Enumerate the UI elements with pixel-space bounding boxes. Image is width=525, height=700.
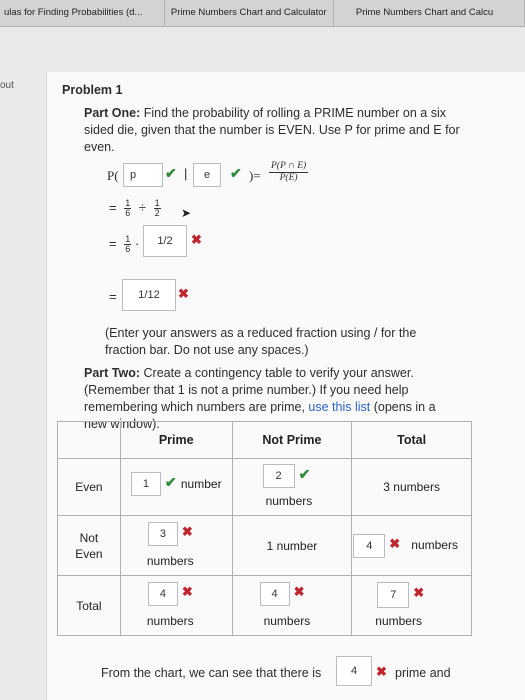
cursor-icon: ➤ [181,206,192,220]
multiply-dot: · [134,235,140,251]
page-area: out Problem 1 Part One: Find the probabi… [0,27,525,700]
close-equals-label: )= [249,168,261,183]
given-bar: | [184,166,188,181]
x-icon: ✖ [181,524,193,539]
footer-count-input[interactable]: 4 [336,656,372,686]
check-icon: ✔ [230,165,242,181]
fraction-1-6: 16 [124,234,132,254]
even-prime-unit: number [180,477,222,491]
noteven-prime-unit: numbers [146,554,194,568]
noteven-notprime-text: 1 number [266,538,318,553]
noteven-total-input[interactable]: 4 [353,534,386,558]
footer-text-post: prime and [395,666,451,680]
table-row-not-even: Not Even 3 ✖ numbers 1 number 4 ✖ number… [57,515,472,576]
part-one-label: Part One: [84,106,141,120]
contingency-table: Prime Not Prime Total Even 1 ✔ number 2 … [57,421,472,636]
even-notprime-unit: numbers [265,494,313,508]
result-answer-input[interactable]: 1/12 [122,279,176,311]
check-icon: ✔ [164,474,177,490]
total-notprime-unit: numbers [263,614,311,628]
part-two-label: Part Two: [84,366,141,380]
noteven-total-cell: 4 ✖ numbers [351,515,472,576]
instruction-text: (Enter your answers as a reduced fractio… [105,326,417,357]
footer-text-pre: From the chart, we can see that there is [101,666,322,680]
prime-symbol-input[interactable]: p [123,163,163,187]
x-icon: ✖ [181,584,193,599]
part-one-text: Part One: Find the probability of rollin… [84,105,464,156]
total-total-unit: numbers [375,614,422,628]
browser-tab-3[interactable]: Prime Numbers Chart and Calcu [334,0,525,26]
table-row-even: Even 1 ✔ number 2 ✔ numbers 3 numbers [57,458,472,516]
even-total-text: 3 numbers [383,480,440,494]
x-icon: ✖ [293,584,305,599]
even-notprime-cell: 2 ✔ numbers [231,458,353,516]
row-label-total: Total [57,575,121,636]
divide-sign: ÷ [138,199,146,215]
formula-denominator: P(E) [279,173,298,183]
table-row-total: Total 4 ✖ numbers 4 ✖ numbers 7 ✖ number… [57,575,472,636]
even-prime-input[interactable]: 1 [130,472,161,496]
part-one-body: Find the probability of rolling a PRIME … [84,106,460,154]
browser-tab-2[interactable]: Prime Numbers Chart and Calculator [165,0,334,26]
table-header-row: Prime Not Prime Total [57,421,472,459]
total-notprime-input[interactable]: 4 [259,582,290,606]
equals-sign: = [109,235,117,251]
equals-sign: = [109,199,117,215]
x-icon: ✖ [178,286,189,301]
noteven-prime-cell: 3 ✖ numbers [119,515,233,576]
prime-list-link[interactable]: use this list [308,400,370,414]
problem-title: Problem 1 [62,83,123,97]
total-prime-input[interactable]: 4 [147,582,178,606]
total-prime-unit: numbers [146,614,194,628]
noteven-total-unit: numbers [411,538,458,552]
even-total-cell: 3 numbers [351,458,472,516]
total-total-input[interactable]: 7 [377,582,410,608]
row-label-even: Even [57,458,121,516]
browser-tab-1[interactable]: ulas for Finding Probabilities (d... [0,0,165,26]
x-icon: ✖ [413,585,425,600]
row-label-not-even: Not Even [57,515,121,576]
equals-sign: = [109,289,117,304]
table-header-blank [57,421,121,459]
step2-row: = 16 · [109,235,139,254]
table-header-prime: Prime [119,421,233,459]
even-prime-cell: 1 ✔ number [119,458,233,516]
left-nav-label[interactable]: out [0,80,14,91]
x-icon: ✖ [191,232,202,247]
total-prime-cell: 4 ✖ numbers [119,575,233,636]
conditional-formula: P(P ∩ E) P(E) [269,161,309,184]
half-answer-input[interactable]: 1/2 [143,225,187,257]
fraction-1-2: 12 [153,198,161,218]
formula-numerator: P(P ∩ E) [269,161,309,173]
total-notprime-cell: 4 ✖ numbers [231,575,353,636]
check-icon: ✔ [298,466,311,482]
noteven-notprime-cell: 1 number [231,515,353,576]
x-icon: ✖ [376,664,387,679]
noteven-prime-input[interactable]: 3 [147,522,178,546]
fraction-1-6: 16 [124,198,132,218]
check-icon: ✔ [165,165,177,181]
table-header-not-prime: Not Prime [231,421,353,459]
step1-row: = 16 ÷ 12 [109,199,161,218]
even-notprime-input[interactable]: 2 [262,464,295,488]
even-symbol-input[interactable]: e [193,163,221,187]
browser-tab-bar: ulas for Finding Probabilities (d... Pri… [0,0,525,27]
table-header-total: Total [351,421,472,459]
total-total-cell: 7 ✖ numbers [351,575,472,636]
p-open-label: P( [107,168,119,183]
x-icon: ✖ [389,536,401,551]
